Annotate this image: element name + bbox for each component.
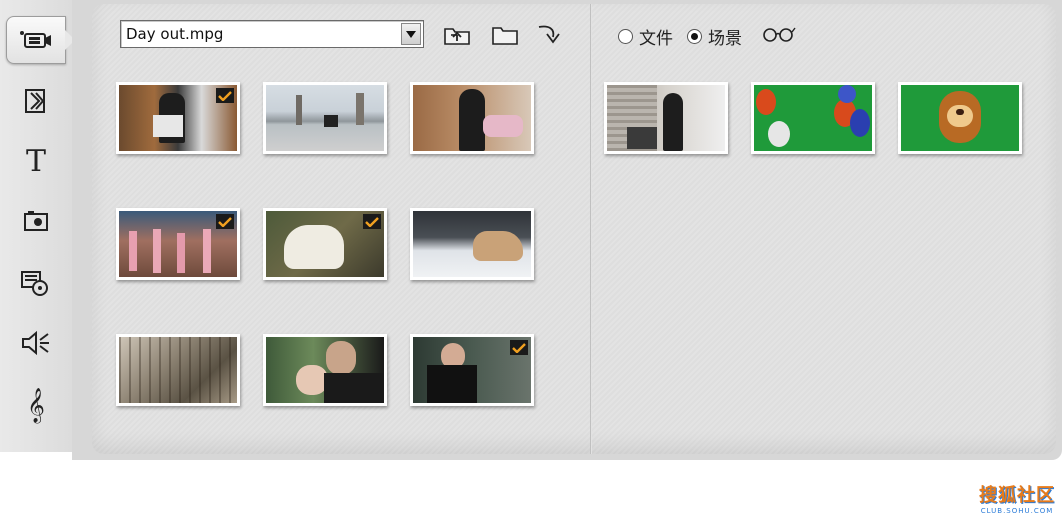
music-tool-tab[interactable]: 𝄞 xyxy=(8,382,64,428)
camcorder-icon xyxy=(20,31,51,48)
speaker-icon xyxy=(22,330,49,356)
checkmark-icon xyxy=(510,340,528,355)
album-clip-2[interactable] xyxy=(263,82,387,154)
page-divider xyxy=(590,4,592,454)
parent-folder-button[interactable] xyxy=(442,22,472,48)
open-folder-button[interactable] xyxy=(490,22,520,48)
scene-thumb-1[interactable] xyxy=(604,82,728,154)
album-clip-7[interactable] xyxy=(116,334,240,406)
album-clip-5[interactable] xyxy=(263,208,387,280)
file-dropdown[interactable]: Day out.mpg xyxy=(120,20,424,48)
transition-tool-tab[interactable] xyxy=(8,78,64,124)
disc-menu-icon xyxy=(21,271,48,296)
file-dropdown-value: Day out.mpg xyxy=(126,25,224,43)
camera-icon xyxy=(24,211,48,231)
photo-tool-tab[interactable] xyxy=(8,198,64,244)
file-radio[interactable] xyxy=(618,29,633,44)
disc-menu-tool-tab[interactable] xyxy=(8,260,64,306)
album-clip-9[interactable] xyxy=(410,334,534,406)
scene-radio[interactable] xyxy=(687,29,702,44)
album-clip-8[interactable] xyxy=(263,334,387,406)
album-clip-4[interactable] xyxy=(116,208,240,280)
folder-icon xyxy=(492,27,518,45)
checkmark-icon xyxy=(216,214,234,229)
title-tool-tab[interactable]: T xyxy=(8,138,64,184)
album-inner: Day out.mpg 文件 场景 xyxy=(92,4,1056,454)
scene-radio-label[interactable]: 场景 xyxy=(708,24,742,49)
scene-thumb-2[interactable] xyxy=(751,82,875,154)
file-radio-label[interactable]: 文件 xyxy=(639,24,673,49)
scene-thumb-3[interactable] xyxy=(898,82,1022,154)
watermark-main: 搜狐社区 xyxy=(979,485,1055,506)
curved-arrow-icon xyxy=(538,25,560,44)
album-clip-1[interactable] xyxy=(116,82,240,154)
treble-clef-icon: 𝄞 xyxy=(27,387,45,423)
album-clip-6[interactable] xyxy=(410,208,534,280)
checkmark-icon xyxy=(216,88,234,103)
title-t-icon: T xyxy=(25,143,46,179)
checkmark-icon xyxy=(363,214,381,229)
glasses-icon[interactable] xyxy=(762,26,796,47)
tool-strip: T 𝄞 xyxy=(0,0,75,452)
redetect-scenes-button[interactable] xyxy=(534,22,564,48)
album-panel: Day out.mpg 文件 场景 xyxy=(72,0,1062,460)
dropdown-arrow-icon[interactable] xyxy=(401,23,421,45)
folder-up-icon xyxy=(444,28,470,45)
watermark-logo: 搜狐社区 CLUB.SOHU.COM xyxy=(979,481,1055,515)
video-tool-tab[interactable] xyxy=(6,16,75,64)
sound-effects-tool-tab[interactable] xyxy=(8,320,64,366)
view-mode-radios: 文件 场景 xyxy=(618,24,796,49)
watermark-sub: CLUB.SOHU.COM xyxy=(980,507,1054,515)
album-clip-3[interactable] xyxy=(410,82,534,154)
transition-icon xyxy=(25,89,45,113)
